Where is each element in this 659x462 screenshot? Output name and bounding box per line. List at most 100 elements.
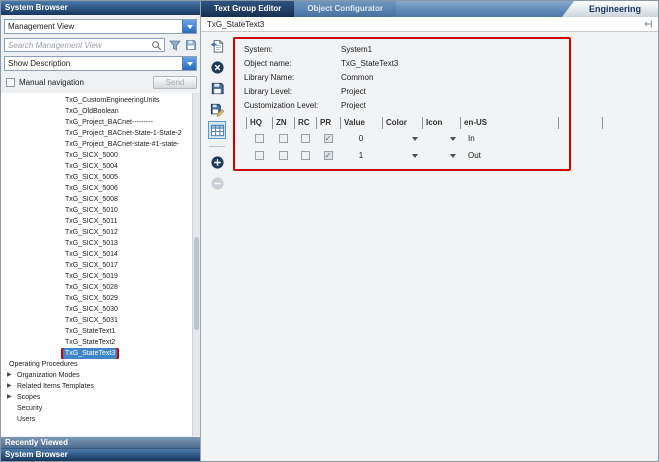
search-input[interactable]: Search Management View xyxy=(4,38,165,52)
tree-item[interactable]: TxG_SICX_5019 xyxy=(1,271,192,282)
color-dropdown-icon[interactable] xyxy=(412,154,418,158)
tree-item-label: TxG_SICX_5013 xyxy=(63,238,120,249)
save-icon[interactable] xyxy=(208,79,226,97)
value-cell[interactable]: 0 xyxy=(340,130,382,147)
table-row: ✓ 0 In xyxy=(246,130,603,147)
pr-checkbox[interactable]: ✓ xyxy=(324,134,333,143)
tree-item[interactable]: TxG_SICX_5006 xyxy=(1,183,192,194)
pr-checkbox[interactable]: ✓ xyxy=(324,151,333,160)
column-header-value[interactable]: Value xyxy=(340,117,382,129)
tree-item[interactable]: TxG_SICX_5013 xyxy=(1,238,192,249)
chevron-down-icon[interactable] xyxy=(182,20,196,33)
rc-checkbox[interactable] xyxy=(301,134,310,143)
icon-dropdown-icon[interactable] xyxy=(450,154,456,158)
icon-cell[interactable] xyxy=(422,147,460,164)
tree-item[interactable]: TxG_SICX_5014 xyxy=(1,249,192,260)
tree-item[interactable]: TxG_SICX_5030 xyxy=(1,304,192,315)
hq-cell xyxy=(246,147,272,164)
tree-item[interactable]: TxG_Project_BACnet-State-1-State-2 xyxy=(1,128,192,139)
tree-item[interactable]: TxG_SICX_5008 xyxy=(1,194,192,205)
field-label: Library Level: xyxy=(244,87,341,96)
tree-item[interactable]: TxG_SICX_5005 xyxy=(1,172,192,183)
tree-item-label: TxG_SICX_5005 xyxy=(63,172,120,183)
text-table-icon[interactable] xyxy=(208,121,226,139)
column-header-hq[interactable]: HQ xyxy=(246,117,272,129)
column-header-en-us[interactable]: en-US xyxy=(460,117,558,129)
expander-icon[interactable]: ▶ xyxy=(7,392,15,403)
tree-item[interactable]: TxG_StateText3 xyxy=(1,348,192,359)
tree-item[interactable]: TxG_SICX_5010 xyxy=(1,205,192,216)
hq-checkbox[interactable] xyxy=(255,134,264,143)
field-value: TxG_StateText3 xyxy=(341,59,398,68)
manual-navigation-row: Manual navigation Send xyxy=(4,75,197,90)
zn-checkbox[interactable] xyxy=(279,134,288,143)
send-button[interactable]: Send xyxy=(153,76,197,89)
expander-icon[interactable]: ▶ xyxy=(7,370,15,381)
tree-item[interactable]: TxG_SICX_5012 xyxy=(1,227,192,238)
column-header-pr[interactable]: PR xyxy=(316,117,340,129)
tree-scrollbar[interactable] xyxy=(192,93,200,436)
color-cell[interactable] xyxy=(382,130,422,147)
save-as-icon[interactable] xyxy=(208,100,226,118)
add-row-icon[interactable] xyxy=(208,153,226,171)
tree-item[interactable]: ▶Related Items Templates xyxy=(1,381,192,392)
tree-item-label: TxG_Project_BACnet-state-#1-state- xyxy=(63,139,181,150)
chevron-down-icon[interactable] xyxy=(182,57,196,70)
system-tree: TxG_CustomEngineeringUnitsTxG_OldBoolean… xyxy=(1,93,192,436)
rc-cell xyxy=(294,147,316,164)
column-header-zn[interactable]: ZN xyxy=(272,117,294,129)
column-header-icon[interactable]: Icon xyxy=(422,117,460,129)
tree-item[interactable]: TxG_SICX_5011 xyxy=(1,216,192,227)
en-us-cell[interactable]: In xyxy=(460,130,558,147)
tree-item[interactable]: TxG_SICX_5017 xyxy=(1,260,192,271)
rc-checkbox[interactable] xyxy=(301,151,310,160)
delete-icon[interactable] xyxy=(208,58,226,76)
management-view-select[interactable]: Management View xyxy=(4,19,197,34)
tree-item[interactable]: TxG_StateText1 xyxy=(1,326,192,337)
tab-text-group-editor[interactable]: Text Group Editor xyxy=(201,1,294,17)
value-cell[interactable]: 1 xyxy=(340,147,382,164)
tab-object-configurator[interactable]: Object Configurator xyxy=(294,1,396,17)
show-description-select[interactable]: Show Description xyxy=(4,56,197,71)
tree-item[interactable]: Security xyxy=(1,403,192,414)
column-header-rc[interactable]: RC xyxy=(294,117,316,129)
en-us-cell[interactable]: Out xyxy=(460,147,558,164)
scrollbar-thumb[interactable] xyxy=(194,237,199,330)
tree-item[interactable]: Users xyxy=(1,414,192,425)
recently-viewed-bar[interactable]: Recently Viewed xyxy=(1,437,200,449)
object-title-bar: TxG_StateText3 xyxy=(201,17,658,32)
object-fields: System:System1Object name:TxG_StateText3… xyxy=(244,42,398,112)
icon-dropdown-icon[interactable] xyxy=(450,137,456,141)
tree-item[interactable]: TxG_StateText2 xyxy=(1,337,192,348)
tree-item-label: Organization Modes xyxy=(15,370,82,381)
tree-item[interactable]: TxG_SICX_5004 xyxy=(1,161,192,172)
zn-cell xyxy=(272,130,294,147)
filter-icon[interactable] xyxy=(169,39,181,51)
expander-icon[interactable]: ▶ xyxy=(7,381,15,392)
new-document-icon[interactable] xyxy=(208,37,226,55)
tree-item[interactable]: TxG_CustomEngineeringUnits xyxy=(1,95,192,106)
tree-item[interactable]: ▶Scopes xyxy=(1,392,192,403)
column-header-color[interactable]: Color xyxy=(382,117,422,129)
system-browser-bar[interactable]: System Browser xyxy=(1,449,200,461)
pin-icon[interactable] xyxy=(643,19,653,29)
tree-item[interactable]: ▶Organization Modes xyxy=(1,370,192,381)
hq-checkbox[interactable] xyxy=(255,151,264,160)
show-description-value: Show Description xyxy=(5,59,182,68)
tree-item[interactable]: TxG_SICX_5029 xyxy=(1,293,192,304)
tree-item[interactable]: TxG_OldBoolean xyxy=(1,106,192,117)
tree-item[interactable]: TxG_SICX_5028 xyxy=(1,282,192,293)
tree-item[interactable]: TxG_Project_BACnet--------- xyxy=(1,117,192,128)
zn-cell xyxy=(272,147,294,164)
tree-item[interactable]: TxG_SICX_5031 xyxy=(1,315,192,326)
tree-item[interactable]: Operating Procedures xyxy=(1,359,192,370)
zn-checkbox[interactable] xyxy=(279,151,288,160)
color-cell[interactable] xyxy=(382,147,422,164)
tab-bar: Text Group Editor Object Configurator En… xyxy=(201,1,658,17)
icon-cell[interactable] xyxy=(422,130,460,147)
tree-item[interactable]: TxG_Project_BACnet-state-#1-state- xyxy=(1,139,192,150)
tree-item[interactable]: TxG_SICX_5000 xyxy=(1,150,192,161)
save-view-icon[interactable] xyxy=(185,39,197,51)
manual-navigation-checkbox[interactable] xyxy=(6,78,15,87)
color-dropdown-icon[interactable] xyxy=(412,137,418,141)
